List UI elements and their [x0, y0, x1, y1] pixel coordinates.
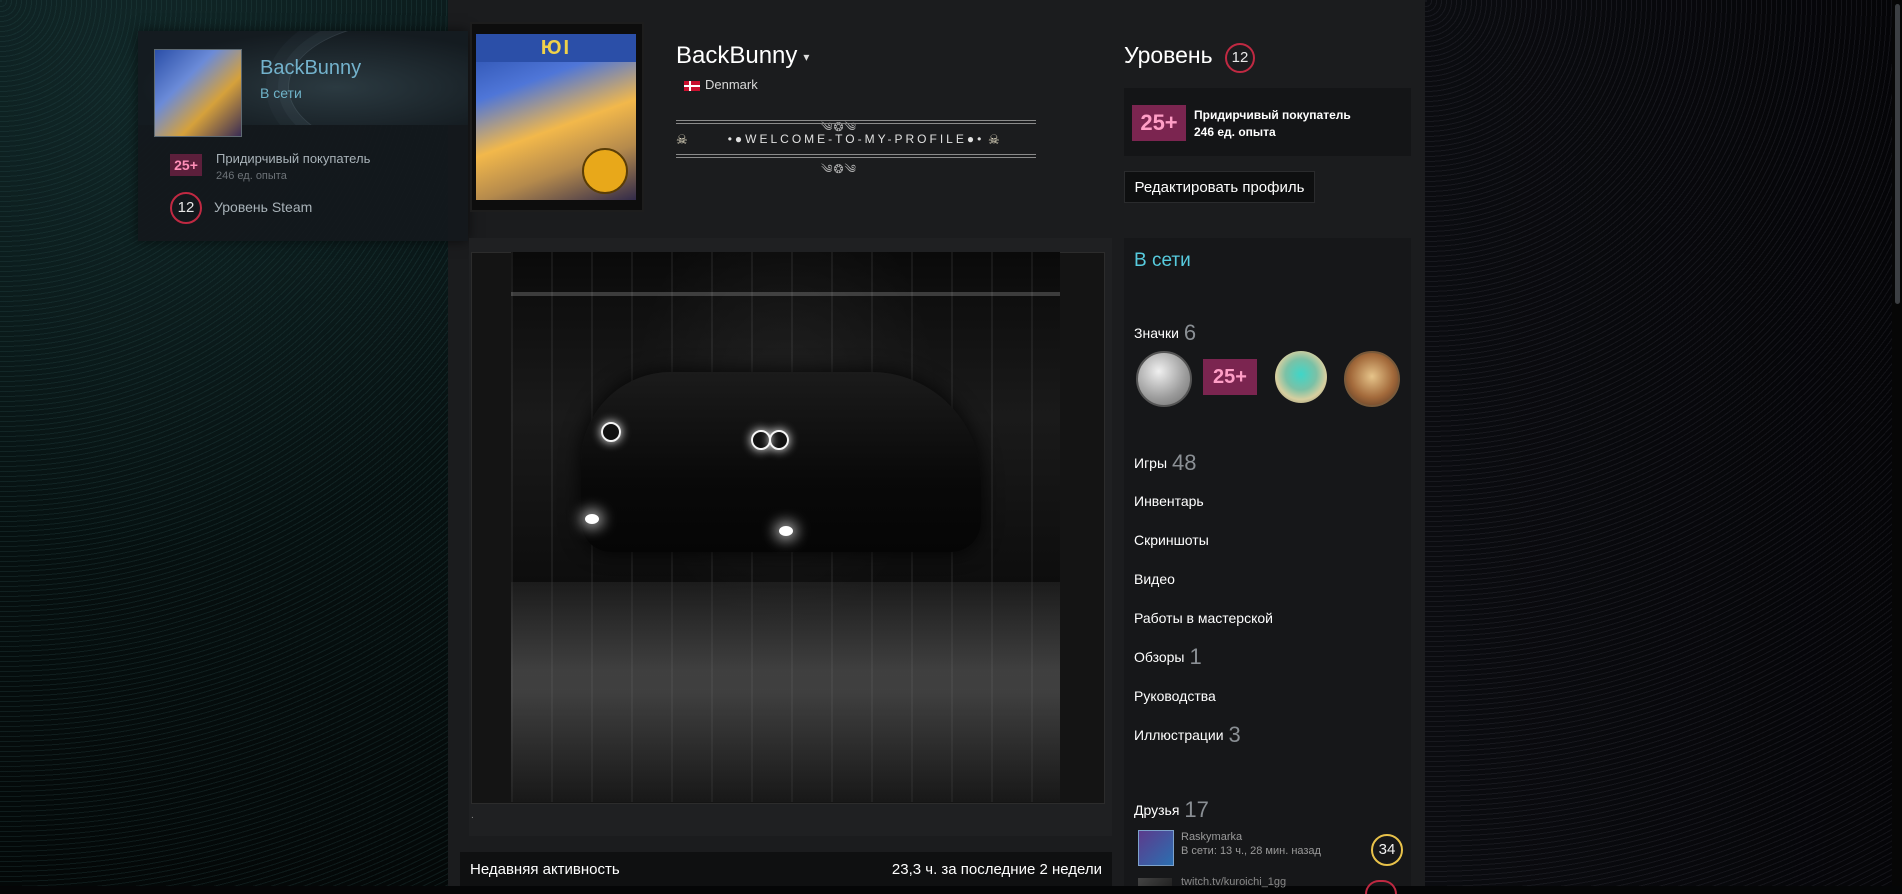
badges-link[interactable]: Значки 6 [1134, 320, 1196, 346]
friend-name[interactable]: Raskymarka [1181, 831, 1242, 843]
badge-silver-medal-icon[interactable] [1136, 351, 1192, 407]
mini-badge-name: Придирчивый покупатель [216, 151, 371, 166]
scrollbar[interactable] [1892, 0, 1902, 886]
artwork-showcase: . [469, 238, 1112, 836]
summary-divider-bottom [676, 154, 1036, 155]
level-circle[interactable]: 12 [1225, 43, 1255, 73]
skull-icon: ☠ [676, 132, 688, 147]
mini-badge-xp: 246 ед. опыта [216, 170, 287, 182]
profile-summary: ༄❂༄ ☠ •●WELCOME-TO-MY-PROFILE●• ☠ ༄❂༄ [676, 114, 1036, 176]
fog-light [585, 514, 599, 524]
workshop-link[interactable]: Работы в мастерской [1134, 610, 1273, 626]
summary-divider-top [676, 120, 1036, 121]
badge-bronze-emblem-icon[interactable] [1344, 351, 1400, 407]
country-location: Denmark [684, 77, 758, 92]
guides-link[interactable]: Руководства [1134, 688, 1216, 704]
reviews-count[interactable]: 1 [1190, 644, 1202, 669]
mini-profile-name[interactable]: BackBunny [260, 57, 361, 80]
favorite-badge-xp: 246 ед. опыта [1194, 125, 1276, 139]
mini-profile-card: BackBunny В сети 25+ Придирчивый покупат… [138, 31, 468, 241]
screenshots-link[interactable]: Скриншоты [1134, 532, 1209, 548]
sunglasses-emoji-icon [582, 148, 628, 194]
mini-profile-status: В сети [260, 85, 302, 101]
mini-level-circle: 12 [170, 192, 202, 224]
artwork-count[interactable]: 3 [1229, 722, 1241, 747]
recent-activity-header: Недавняя активность 23,3 ч. за последние… [460, 852, 1112, 886]
mini-badge-icon: 25+ [170, 154, 202, 176]
artwork-label[interactable]: Иллюстрации [1134, 727, 1224, 743]
headlight-halo [751, 430, 771, 450]
headlight-halo [601, 422, 621, 442]
summary-ornament-bottom: ༄❂༄ [821, 162, 857, 176]
games-label[interactable]: Игры [1134, 455, 1167, 471]
recent-activity-hours: 23,3 ч. за последние 2 недели [891, 861, 1102, 878]
badge-25-plus-icon[interactable]: 25+ [1203, 359, 1257, 395]
right-background [1425, 0, 1902, 886]
badge-25-plus-icon: 25+ [1132, 105, 1186, 141]
profile-avatar[interactable]: ЮI [476, 34, 636, 200]
friend-level-circle: 34 [1371, 834, 1403, 866]
summary-text: •●WELCOME-TO-MY-PROFILE●• [727, 132, 985, 146]
friend-name[interactable]: twitch.tv/kuroichi_1gg [1181, 876, 1286, 888]
showcase-caption: . [471, 810, 474, 821]
badge-warframe-icon[interactable] [1275, 351, 1327, 403]
friend-item[interactable]: Raskymarka В сети: 13 ч., 28 мин. назад … [1138, 830, 1403, 870]
level-title: Уровень [1124, 42, 1213, 68]
friends-link[interactable]: Друзья 17 [1134, 797, 1209, 823]
reviews-link[interactable]: Обзоры 1 [1134, 644, 1202, 670]
scrollbar-thumb[interactable] [1895, 4, 1900, 304]
games-count[interactable]: 48 [1172, 450, 1196, 475]
mini-level-label: Уровень Steam [214, 199, 313, 215]
inventory-link[interactable]: Инвентарь [1134, 493, 1204, 509]
badges-label[interactable]: Значки [1134, 325, 1179, 341]
edit-profile-button[interactable]: Редактировать профиль [1124, 171, 1315, 203]
recent-activity-label: Недавняя активность [470, 861, 620, 878]
friend-avatar[interactable] [1138, 830, 1174, 866]
wet-floor [511, 582, 1060, 802]
mini-profile-avatar[interactable] [154, 49, 242, 137]
country-name: Denmark [705, 77, 758, 92]
flag-dk-icon [684, 80, 700, 91]
reviews-label[interactable]: Обзоры [1134, 649, 1185, 665]
games-link[interactable]: Игры 48 [1134, 450, 1197, 476]
fog-light [779, 526, 793, 536]
online-status: В сети [1134, 250, 1191, 271]
persona-name-dropdown[interactable]: BackBunny ▾ [676, 42, 809, 70]
favorite-badge-name: Придирчивый покупатель [1194, 108, 1351, 122]
profile-right-column: В сети Значки 6 Игры 48 Инвентарь Скриншот… [1124, 238, 1411, 886]
headlight-halo [769, 430, 789, 450]
badges-count[interactable]: 6 [1184, 320, 1196, 345]
favorite-badge[interactable]: 25+ Придирчивый покупатель 246 ед. опыта [1124, 88, 1411, 156]
friends-label[interactable]: Друзья [1134, 802, 1179, 818]
friend-avatar[interactable] [1138, 878, 1172, 886]
showcase-artwork-image[interactable] [511, 252, 1060, 802]
persona-name[interactable]: BackBunny [676, 42, 797, 69]
skull-icon: ☠ [988, 132, 1000, 147]
avatar-title-text: ЮI [476, 34, 636, 62]
summary-divider-top-2 [676, 123, 1036, 124]
artwork-link[interactable]: Иллюстрации 3 [1134, 722, 1241, 748]
car-silhouette [581, 372, 981, 552]
videos-link[interactable]: Видео [1134, 571, 1175, 587]
friend-last-online: В сети: 13 ч., 28 мин. назад [1181, 845, 1321, 857]
caret-down-icon[interactable]: ▾ [803, 50, 809, 64]
friends-count[interactable]: 17 [1184, 797, 1208, 822]
